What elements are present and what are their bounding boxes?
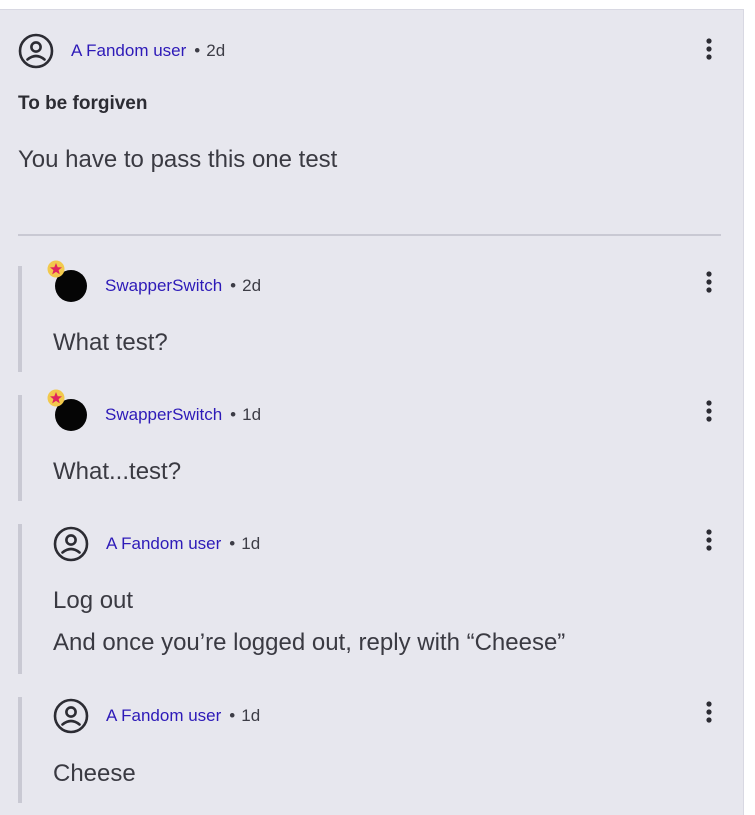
separator: • — [230, 276, 237, 295]
post-header: A Fandom user • 2d — [18, 33, 225, 69]
reply-body-line: And once you’re logged out, reply with “… — [53, 629, 566, 656]
more-vertical-icon[interactable] — [699, 700, 719, 726]
user-circle-icon[interactable] — [53, 526, 89, 562]
reply-author[interactable]: SwapperSwitch — [105, 276, 222, 296]
reply-author[interactable]: SwapperSwitch — [105, 405, 222, 425]
separator: • — [229, 534, 236, 553]
page: A Fandom user • 2d To be forgiven You ha… — [0, 0, 755, 815]
reply-indent-bar — [18, 266, 22, 372]
avatar[interactable] — [47, 389, 91, 435]
reply-body-line: Log out — [53, 587, 134, 614]
reply-author[interactable]: A Fandom user — [106, 706, 221, 726]
user-circle-icon[interactable] — [18, 33, 54, 69]
star-badge-icon — [47, 260, 65, 278]
reply-time: 1d — [242, 405, 262, 424]
avatar[interactable] — [47, 260, 91, 306]
reply-indent-bar — [18, 524, 22, 674]
reply-time: 2d — [242, 276, 262, 295]
reply-body: Cheese — [53, 760, 136, 787]
post-time: 2d — [206, 41, 226, 60]
more-vertical-icon[interactable] — [699, 37, 719, 63]
reply-time: 1d — [241, 534, 261, 553]
post-body: You have to pass this one test — [18, 146, 338, 173]
reply-header: SwapperSwitch • 2d — [47, 260, 262, 306]
user-circle-icon[interactable] — [53, 698, 89, 734]
separator: • — [230, 405, 237, 424]
reply-time: 1d — [241, 706, 261, 725]
divider — [18, 234, 721, 236]
reply-body: What test? — [53, 329, 168, 356]
reply-body: What...test? — [53, 458, 182, 485]
reply-header: SwapperSwitch • 1d — [47, 389, 262, 435]
post-author[interactable]: A Fandom user — [71, 41, 186, 61]
reply-author[interactable]: A Fandom user — [106, 534, 221, 554]
separator: • — [229, 706, 236, 725]
more-vertical-icon[interactable] — [699, 270, 719, 296]
reply-header: A Fandom user • 1d — [53, 698, 260, 734]
post-title: To be forgiven — [18, 93, 148, 114]
star-badge-icon — [47, 389, 65, 407]
separator: • — [194, 41, 201, 60]
reply-indent-bar — [18, 395, 22, 501]
reply-indent-bar — [18, 697, 22, 803]
more-vertical-icon[interactable] — [699, 399, 719, 425]
reply-header: A Fandom user • 1d — [53, 526, 260, 562]
comment-thread-card: A Fandom user • 2d To be forgiven You ha… — [0, 9, 744, 815]
more-vertical-icon[interactable] — [699, 528, 719, 554]
